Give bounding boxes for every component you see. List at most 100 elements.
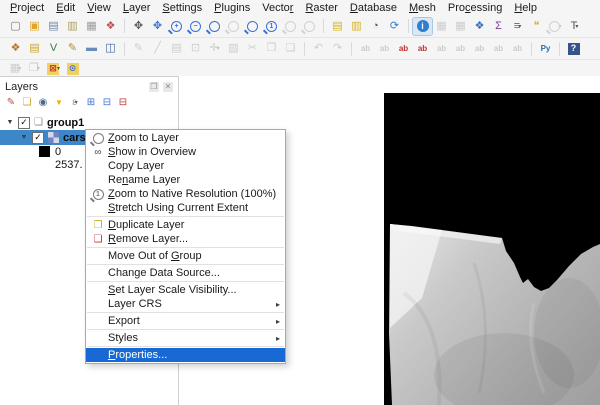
zoom-in-button[interactable]: + — [167, 18, 186, 35]
menubar-item-plugins[interactable]: Plugins — [208, 2, 256, 14]
menu-item-change-data-source[interactable]: Change Data Source... — [86, 266, 285, 280]
new-shapefile-layer-button[interactable]: V — [44, 40, 63, 57]
close-panel-button[interactable]: ✕ — [163, 81, 173, 92]
menu-item-styles[interactable]: Styles ▸ — [86, 331, 285, 345]
add-group-button[interactable]: ❏ — [19, 95, 35, 110]
new-spatial-bookmark-button[interactable]: ▤ — [328, 18, 347, 35]
layer-group-row[interactable]: ▼ ✓ ❏ group1 — [0, 115, 178, 130]
zoom-out-button[interactable]: − — [186, 18, 205, 35]
refresh-map-button[interactable]: ⟳ — [385, 18, 404, 35]
add-delimited-text-layer-button[interactable]: ▬ — [82, 40, 101, 57]
statistical-summary-button[interactable]: Σ — [489, 18, 508, 35]
menu-separator — [87, 264, 284, 265]
deselect-features-all-layers-dropdown-icon[interactable]: ▾ — [57, 65, 60, 72]
new-print-layout-button[interactable]: ▥ — [63, 18, 82, 35]
remove-layer-group-button[interactable]: ⊟ — [115, 95, 131, 110]
text-annotation-button[interactable]: T ▾ — [565, 18, 584, 35]
select-by-location-button[interactable]: ⊙ — [63, 61, 82, 76]
group-label[interactable]: group1 — [47, 117, 84, 129]
filter-legend-icon: ▼ — [55, 98, 63, 107]
menu-item-copy-layer[interactable]: Copy Layer — [86, 159, 285, 173]
show-spatial-bookmarks-button[interactable]: ▥ — [347, 18, 366, 35]
menubar-item-view[interactable]: View — [81, 2, 117, 14]
menubar-item-project[interactable]: Project — [4, 2, 50, 14]
layer-expand-arrow[interactable]: ▼ — [20, 134, 28, 141]
group-expand-arrow[interactable]: ▼ — [6, 119, 14, 126]
pan-map-to-selection-button[interactable]: ✥ — [148, 18, 167, 35]
show-spatial-bookmarks-icon: ▥ — [351, 19, 362, 32]
menu-item-duplicate-layer[interactable]: ❐ Duplicate Layer — [86, 218, 285, 232]
menu-item-set-layer-scale-visibility[interactable]: Set Layer Scale Visibility... — [86, 283, 285, 297]
menu-item-stretch-using-current-extent[interactable]: Stretch Using Current Extent — [86, 201, 285, 215]
delete-selected-button: ▨ — [224, 40, 243, 57]
deselect-features-all-layers-button[interactable]: ⊠ ▾ — [44, 61, 63, 76]
menubar-item-vector[interactable]: Vector — [256, 2, 299, 14]
python-console-button[interactable]: Py — [536, 40, 555, 57]
show-layout-manager-button[interactable]: ▦ — [82, 18, 101, 35]
layer-diagram-options-button: ab — [375, 40, 394, 57]
new-temporary-scratch-layer-icon: ✎ — [67, 42, 78, 54]
filter-legend-by-expression-dropdown-icon[interactable]: ▾ — [75, 99, 78, 106]
data-source-manager-icon: ❖ — [10, 42, 21, 54]
menubar-item-database[interactable]: Database — [344, 2, 403, 14]
filter-legend-by-expression-button[interactable]: ε ▾ — [67, 95, 83, 110]
menubar-item-help[interactable]: Help — [508, 2, 543, 14]
new-temporary-scratch-layer-button[interactable]: ✎ — [63, 40, 82, 57]
style-manager-button[interactable]: ❖ — [101, 18, 120, 35]
menu-item-label: Show in Overview — [108, 146, 197, 158]
menu-item-zoom-to-native-resolution-100[interactable]: 1 Zoom to Native Resolution (100%) — [86, 187, 285, 201]
select-features-by-area-dropdown-icon[interactable]: ▾ — [18, 65, 21, 72]
float-panel-button[interactable]: ❐ — [149, 81, 159, 92]
menubar-item-layer[interactable]: Layer — [117, 2, 157, 14]
zoom-to-layer-button[interactable] — [243, 18, 262, 35]
filter-legend-button[interactable]: ▼ — [51, 95, 67, 110]
measure-line-dropdown-icon[interactable]: ▾ — [518, 23, 521, 30]
menu-item-export[interactable]: Export ▸ — [86, 314, 285, 328]
measure-line-button[interactable]: ≡ ▾ — [508, 18, 527, 35]
layer-checkbox[interactable]: ✓ — [32, 131, 44, 144]
data-source-manager-button[interactable]: ❖ — [6, 40, 25, 57]
zoom-to-native-resolution-icon: 1 — [266, 20, 277, 32]
toggle-unplaced-labels-button[interactable]: ab — [413, 40, 432, 57]
menu-separator — [87, 247, 284, 248]
help-button[interactable]: ? — [564, 40, 583, 57]
identify-features-button[interactable]: i — [412, 16, 433, 36]
menubar-item-raster[interactable]: Raster — [299, 2, 343, 14]
map-tips-button[interactable]: ❝ — [527, 18, 546, 35]
menubar-item-mesh[interactable]: Mesh — [403, 2, 442, 14]
processing-toolbox-button[interactable]: ❖ — [470, 18, 489, 35]
group-checkbox[interactable]: ✓ — [18, 116, 30, 129]
expand-all-button[interactable]: ⊞ — [83, 95, 99, 110]
menubar-item-settings[interactable]: Settings — [156, 2, 208, 14]
highlight-pinned-labels-button[interactable]: ab — [394, 40, 413, 57]
new-virtual-layer-button[interactable]: ◫ — [101, 40, 120, 57]
menu-item-remove-layer[interactable]: ❏ Remove Layer... — [86, 232, 285, 246]
menu-item-layer-crs[interactable]: Layer CRS ▸ — [86, 297, 285, 311]
zoom-out-icon: − — [190, 20, 201, 32]
text-annotation-dropdown-icon[interactable]: ▾ — [575, 23, 578, 30]
menubar-item-processing[interactable]: Processing — [442, 2, 508, 14]
vertex-tool-dropdown-icon[interactable]: ▾ — [217, 45, 220, 52]
menu-item-rename-layer[interactable]: Rename Layer — [86, 173, 285, 187]
save-project-button[interactable]: ▤ — [44, 18, 63, 35]
open-layer-styling-panel-button[interactable]: ✎ — [3, 95, 19, 110]
zoom-last-button — [281, 18, 300, 35]
new-geopackage-layer-button[interactable]: ▤ — [25, 40, 44, 57]
deselect-features-dropdown-icon[interactable]: ▾ — [37, 65, 40, 72]
menu-item-move-out-of-group[interactable]: Move Out of Group — [86, 249, 285, 263]
menu-item-zoom-to-layer[interactable]: Zoom to Layer — [86, 131, 285, 145]
qgis-window: { "menubar": { "items": [ {"label":"Proj… — [0, 0, 600, 405]
menu-item-show-in-overview[interactable]: ∞ Show in Overview — [86, 145, 285, 159]
menu-item-properties[interactable]: Properties... — [86, 348, 285, 362]
zoom-to-native-resolution-button[interactable]: 1 — [262, 18, 281, 35]
new-project-button[interactable]: ▢ — [6, 18, 25, 35]
open-project-button[interactable]: ▣ — [25, 18, 44, 35]
zoom-full-extent-button[interactable] — [205, 18, 224, 35]
pan-map-button[interactable]: ✥ — [129, 18, 148, 35]
add-delimited-text-layer-icon: ▬ — [86, 42, 97, 54]
temporal-controller-button[interactable]: ◔ — [366, 18, 385, 35]
manage-map-themes-button[interactable]: ◉ — [35, 95, 51, 110]
collapse-all-button[interactable]: ⊟ — [99, 95, 115, 110]
menubar-item-edit[interactable]: Edit — [50, 2, 81, 14]
style-manager-icon: ❖ — [105, 19, 116, 32]
